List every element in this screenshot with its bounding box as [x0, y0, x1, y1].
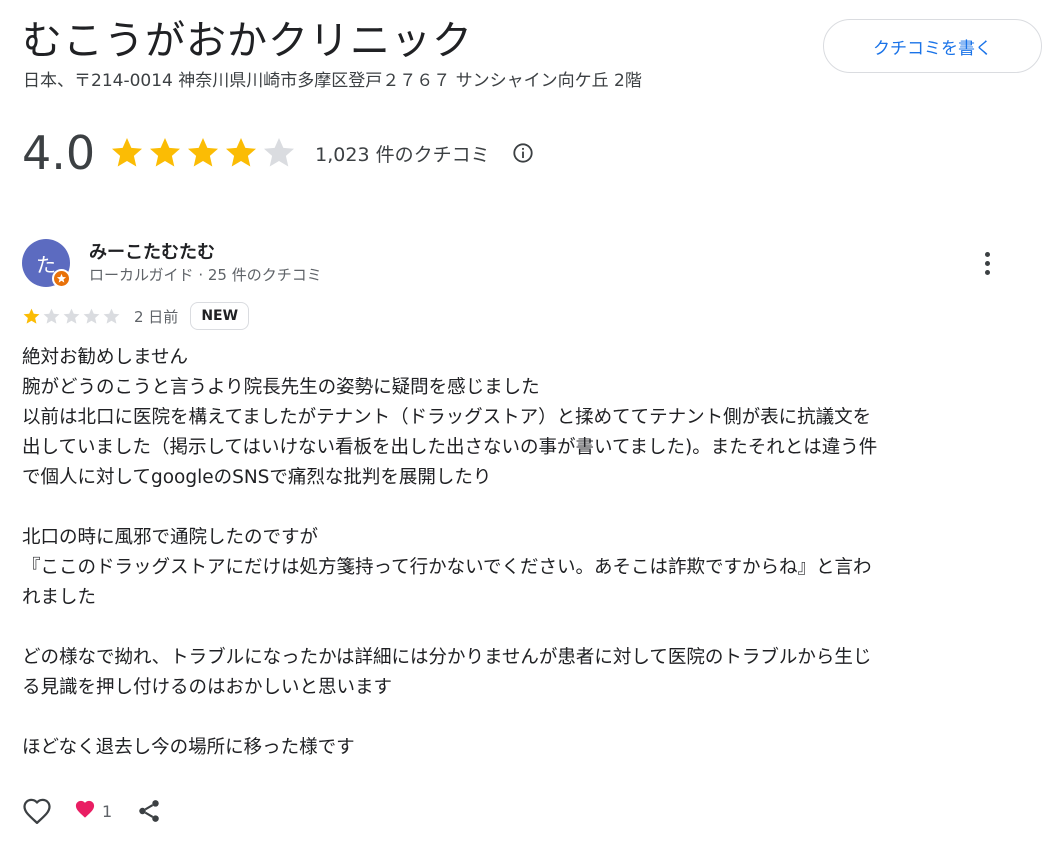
- review-star-icon-2: [43, 308, 60, 324]
- place-address: 日本、〒214-0014 神奈川県川崎市多摩区登戸２７６７ サンシャイン向ケ丘 …: [23, 71, 642, 91]
- review-line: 北口の時に風邪で通院したのですが: [22, 527, 319, 548]
- review-line: る見識を押し付けるのはおかしいと思います: [22, 677, 393, 698]
- reaction-button[interactable]: 1: [74, 799, 112, 823]
- reviewer-meta: ローカルガイド · 25 件のクチコミ: [89, 266, 322, 284]
- review-date: 2 日前: [134, 307, 179, 326]
- review-line: で個人に対してgoogleのSNSで痛烈な批判を展開したり: [22, 467, 492, 488]
- star-icon-3: [188, 138, 219, 167]
- local-guide-badge-icon: [52, 269, 71, 288]
- star-icon-5: [264, 138, 295, 167]
- review-line: れました: [22, 587, 97, 608]
- review-line: 以前は北口に医院を構えてましたがテナント（ドラッグストア）と揉めててテナント側が…: [22, 407, 872, 428]
- rating-stars: [109, 135, 299, 171]
- review-star-icon-4: [83, 308, 100, 324]
- heart-filled-icon: [74, 799, 96, 823]
- review-stars: [22, 307, 122, 326]
- new-badge: NEW: [190, 302, 250, 330]
- review-star-icon-3: [63, 308, 80, 324]
- review-line: 絶対お勧めしません: [22, 347, 188, 368]
- write-review-button[interactable]: クチコミを書く: [823, 19, 1042, 73]
- reviewer-name[interactable]: みーこたむたむ: [89, 238, 215, 264]
- review-count: 1,023 件のクチコミ: [315, 143, 490, 166]
- reaction-count: 1: [102, 801, 113, 821]
- review-actions: 1: [20, 793, 164, 829]
- star-icon-2: [150, 138, 181, 167]
- review-line: ほどなく退去し今の場所に移った様です: [22, 737, 355, 758]
- review-line: 出していました（掲示してはいけない看板を出した出さないの事が書いてました)。また…: [22, 437, 878, 458]
- star-icon-4: [226, 138, 257, 167]
- rating-summary: 4.0 1,023 件のクチコミ: [22, 118, 534, 188]
- place-title: むこうがおかクリニック: [22, 18, 473, 64]
- rating-value: 4.0: [22, 126, 96, 180]
- more-vert-icon[interactable]: [972, 248, 1002, 278]
- star-icon-1: [112, 138, 143, 167]
- review-star-icon-1: [23, 308, 40, 324]
- review-line: どの様なで拗れ、トラブルになったかは詳細には分かりませんが患者に対して医院のトラ…: [22, 647, 872, 668]
- review-star-icon-5: [103, 308, 120, 324]
- share-icon[interactable]: [134, 796, 164, 826]
- review-text: 絶対お勧めしません腕がどうのこうと言うより院長先生の姿勢に疑問を感じました以前は…: [22, 343, 1022, 763]
- heart-outline-icon[interactable]: [20, 794, 54, 828]
- review-line: 腕がどうのこうと言うより院長先生の姿勢に疑問を感じました: [22, 377, 540, 398]
- review-rating-row: 2 日前 NEW: [22, 300, 250, 332]
- review-line: 『ここのドラッグストアにだけは処方箋持って行かないでください。あそこは詐欺ですか…: [22, 557, 872, 578]
- info-icon[interactable]: [512, 142, 534, 164]
